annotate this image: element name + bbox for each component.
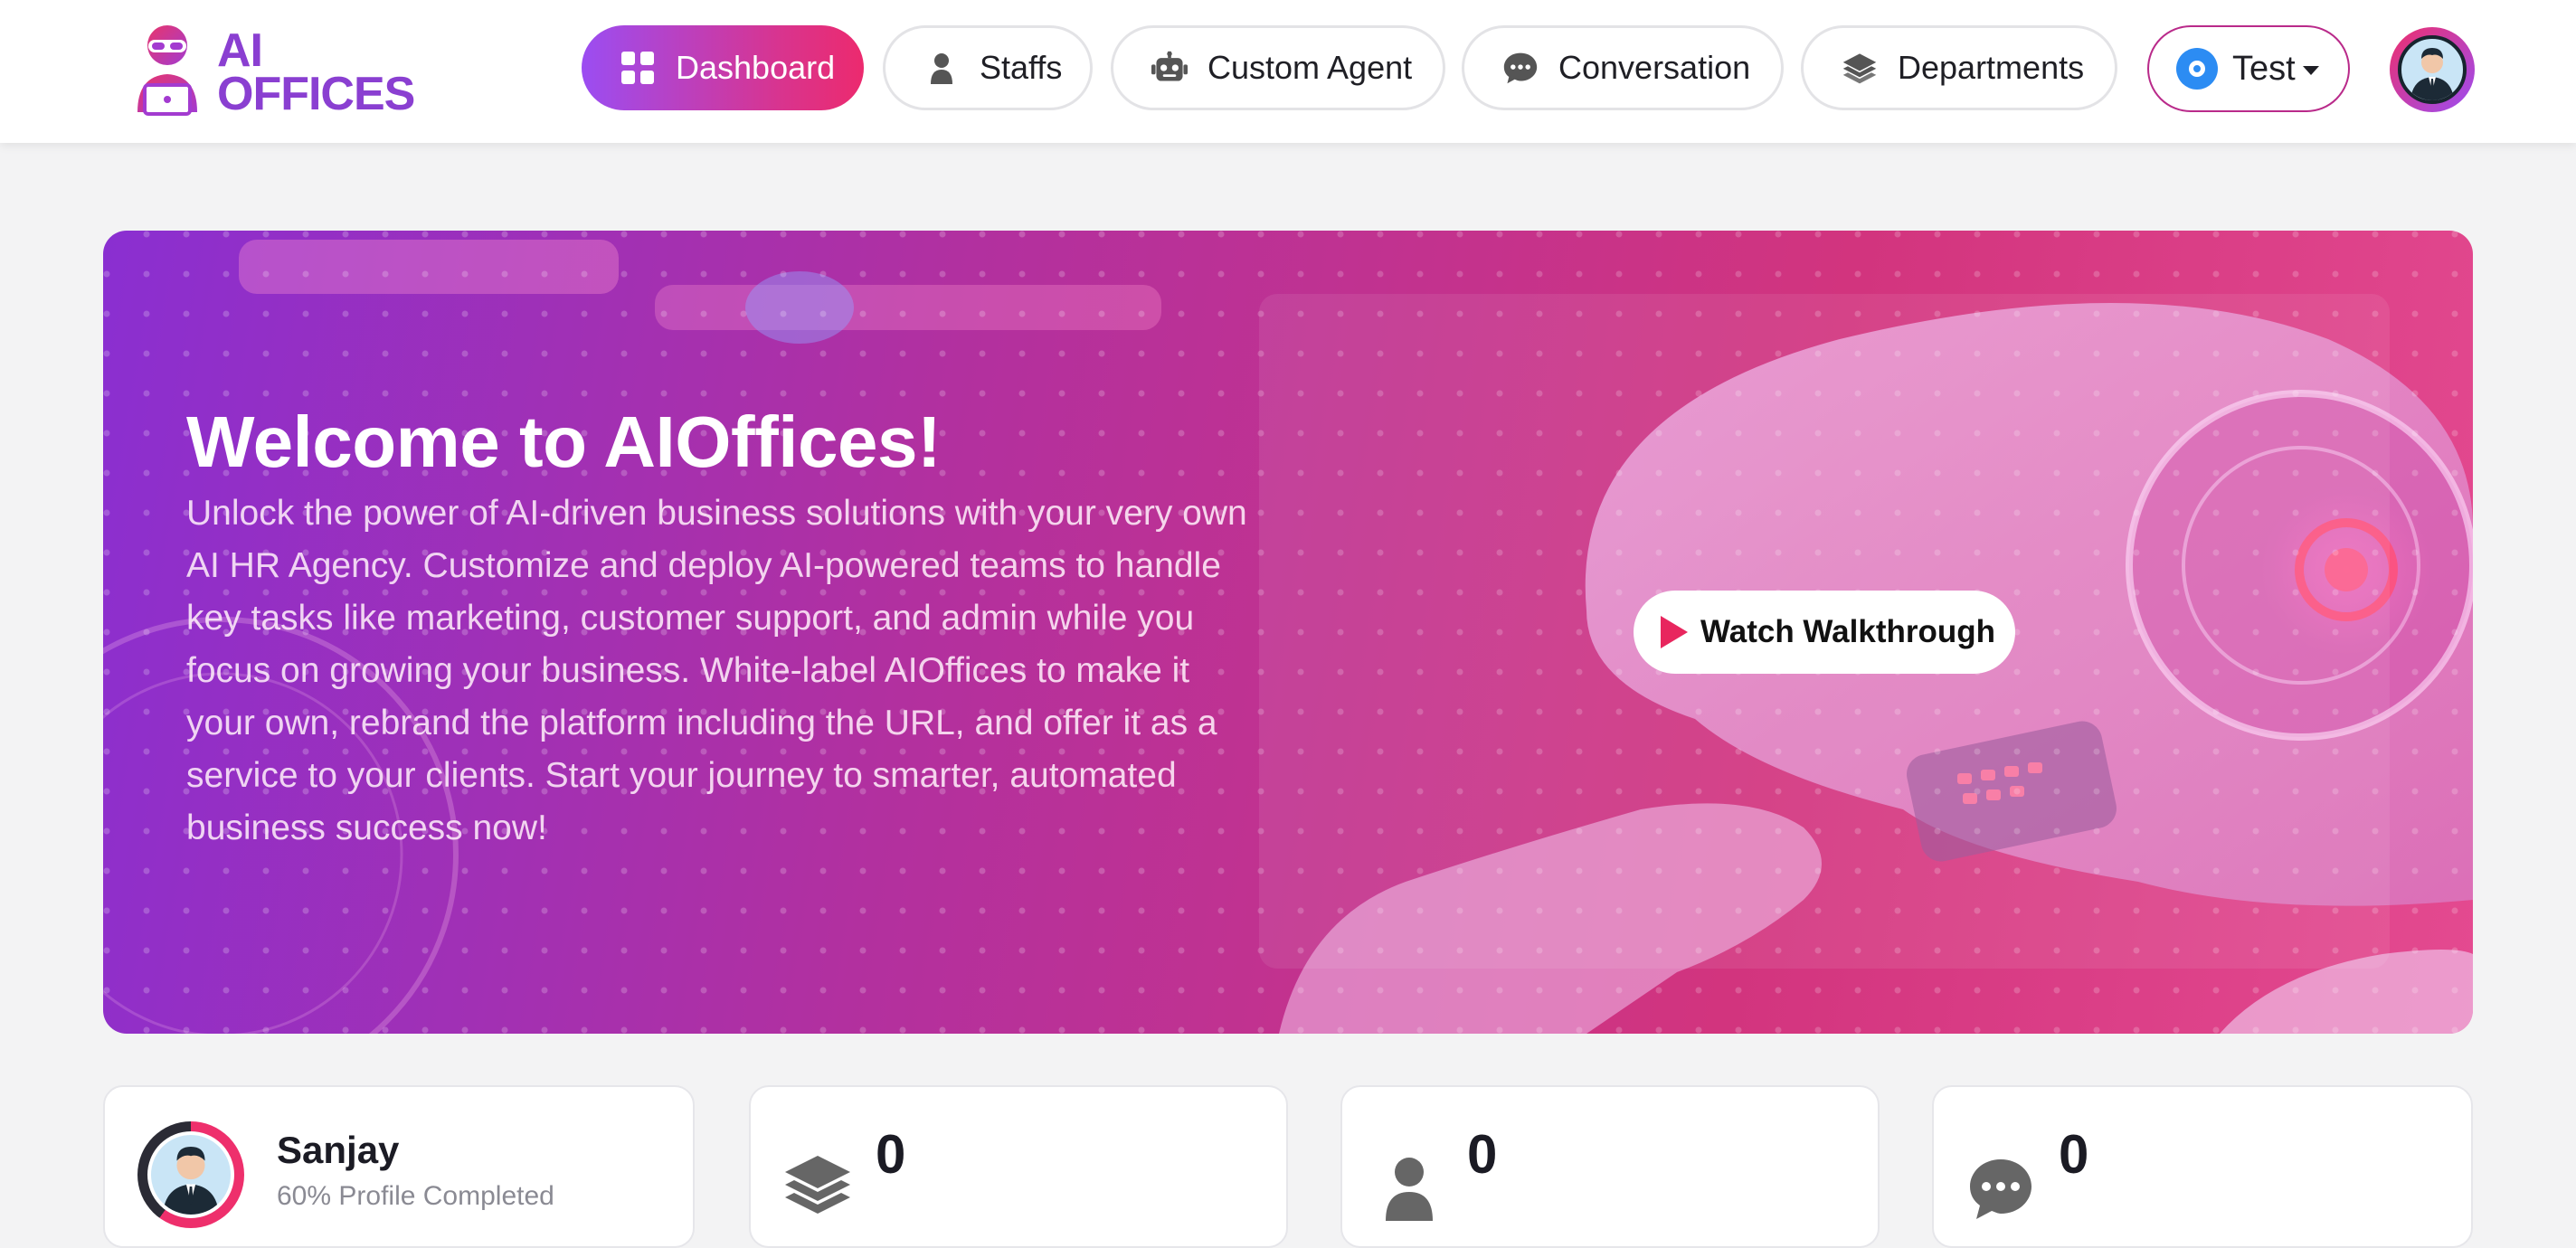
watch-walkthrough-label: Watch Walkthrough [1700, 614, 1995, 649]
nav-dashboard-label: Dashboard [676, 49, 836, 86]
nav-departments-label: Departments [1898, 49, 2085, 86]
hero-title: Welcome to AIOffices! [186, 402, 942, 482]
nav-custom-agent-label: Custom Agent [1208, 49, 1413, 86]
brand-line-2: OFFICES [217, 68, 415, 120]
top-navbar: AI OFFICES Dashboard Staffs Custom Agent… [0, 0, 2576, 143]
layers-icon [1842, 50, 1878, 86]
robot-icon [1151, 50, 1188, 86]
staffs-stat-card[interactable]: 0 [1340, 1085, 1880, 1248]
watch-walkthrough-button[interactable]: Watch Walkthrough [1634, 591, 2015, 674]
person-icon [923, 50, 960, 86]
profile-card[interactable]: Sanjay 60% Profile Completed [103, 1085, 695, 1248]
chat-icon [1502, 50, 1539, 86]
robot-logo-icon [137, 25, 197, 116]
user-avatar[interactable] [2390, 27, 2475, 112]
profile-name: Sanjay [277, 1129, 400, 1171]
conversations-stat-card[interactable]: 0 [1932, 1085, 2473, 1248]
nav-custom-agent[interactable]: Custom Agent [1111, 25, 1445, 110]
layers-icon [785, 1156, 850, 1214]
nav-conversation-label: Conversation [1558, 49, 1751, 86]
nav-staffs-label: Staffs [980, 49, 1063, 86]
workspace-label: Test [2232, 49, 2296, 88]
staffs-count: 0 [1467, 1124, 1498, 1185]
profile-completion: 60% Profile Completed [277, 1181, 554, 1211]
nav-conversation[interactable]: Conversation [1462, 25, 1784, 110]
departments-count: 0 [876, 1124, 906, 1185]
avatar-image [147, 1131, 234, 1218]
conversations-count: 0 [2059, 1124, 2089, 1185]
nav-staffs[interactable]: Staffs [883, 25, 1093, 110]
nav-dashboard[interactable]: Dashboard [582, 25, 864, 110]
workspace-selector[interactable]: Test [2147, 25, 2350, 112]
departments-stat-card[interactable]: 0 [749, 1085, 1288, 1248]
chevron-down-icon [2302, 66, 2319, 75]
grid-icon [620, 50, 656, 86]
hero-description: Unlock the power of AI-driven business s… [186, 494, 1247, 847]
avatar-image [2398, 35, 2467, 104]
play-icon [1661, 616, 1688, 648]
nav-departments[interactable]: Departments [1801, 25, 2117, 110]
brand-wordmark: AI OFFICES [217, 24, 415, 120]
brand-logo[interactable]: AI OFFICES [132, 22, 421, 121]
chat-icon [1970, 1159, 2031, 1219]
person-icon [1386, 1158, 1433, 1221]
brand-line-1: AI [217, 24, 263, 77]
workspace-icon [2176, 48, 2218, 90]
profile-avatar [137, 1121, 244, 1228]
welcome-banner: Welcome to AIOffices! Unlock the power o… [103, 231, 2473, 1034]
